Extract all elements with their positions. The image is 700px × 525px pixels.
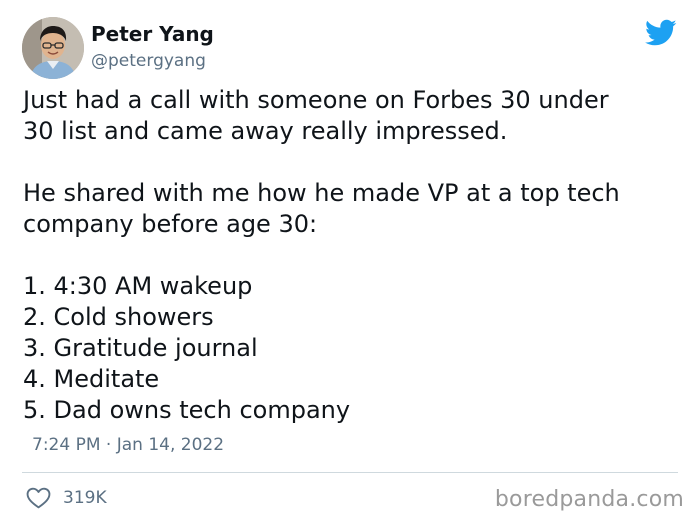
divider	[22, 472, 678, 473]
tweet-line: company before age 30:	[23, 210, 318, 238]
tweet-timestamp[interactable]: 7:24 PM · Jan 14, 2022	[32, 433, 224, 457]
tweet-line: 30 list and came away really impressed.	[23, 117, 508, 145]
like-count: 319K	[63, 488, 107, 508]
list-item: 2. Cold showers	[23, 303, 214, 331]
tweet-line: He shared with me how he made VP at a to…	[23, 179, 620, 207]
author-handle[interactable]: @petergyang	[91, 50, 206, 72]
list-item: 5. Dad owns tech company	[23, 396, 351, 424]
twitter-bird-icon[interactable]	[645, 19, 677, 47]
tweet-line: Just had a call with someone on Forbes 3…	[23, 86, 609, 114]
list-item: 4. Meditate	[23, 365, 160, 393]
avatar[interactable]	[22, 17, 84, 79]
like-button[interactable]: 319K	[26, 484, 107, 512]
watermark: boredpanda.com	[494, 487, 684, 512]
tweet-text: Just had a call with someone on Forbes 3…	[23, 85, 683, 426]
list-item: 3. Gratitude journal	[23, 334, 258, 362]
avatar-photo	[22, 17, 84, 79]
heart-icon	[26, 487, 51, 509]
author-display-name[interactable]: Peter Yang	[91, 21, 214, 47]
list-item: 1. 4:30 AM wakeup	[23, 272, 253, 300]
